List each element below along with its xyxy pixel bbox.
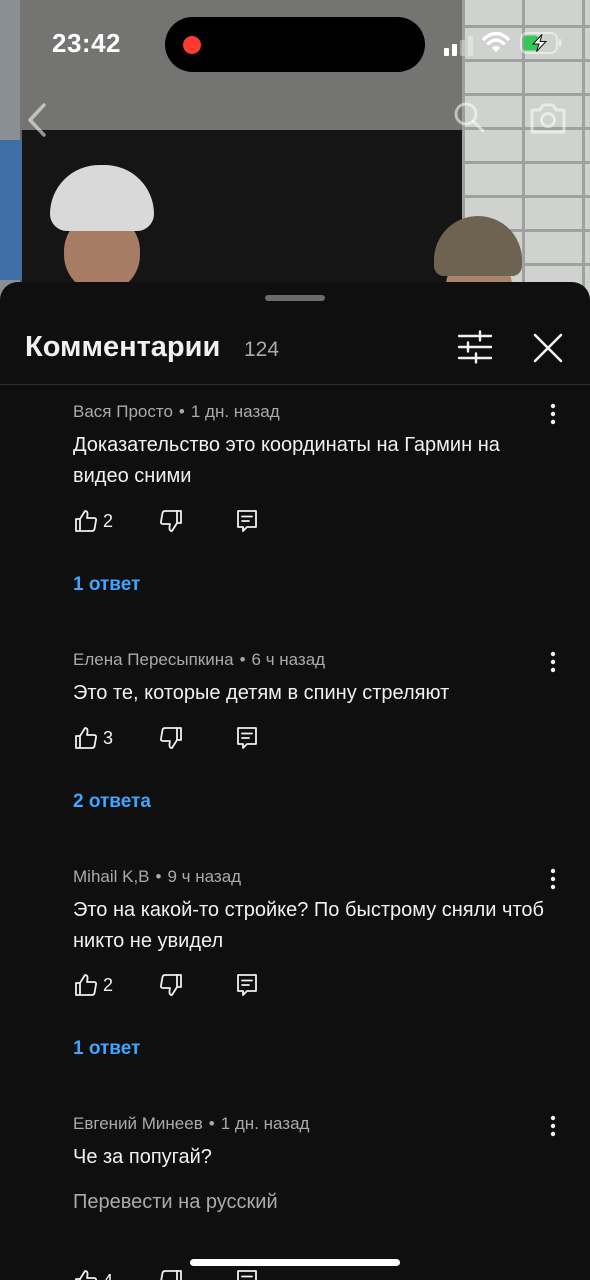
camera-icon xyxy=(530,103,566,134)
comment-text: Это те, которые детям в спину стреляют xyxy=(73,682,450,704)
like-button[interactable] xyxy=(73,508,99,534)
thumbs-up-icon xyxy=(75,727,97,749)
thumbs-up-icon xyxy=(75,510,97,532)
comment-actions: 2 xyxy=(73,972,373,1002)
recording-indicator-icon xyxy=(183,36,201,54)
dislike-button[interactable] xyxy=(158,1268,184,1280)
thumbs-down-icon xyxy=(160,974,182,996)
comment-time: 1 дн. назад xyxy=(190,402,280,421)
comment-time: 6 ч назад xyxy=(251,650,326,669)
view-replies-button[interactable]: 2 ответа xyxy=(73,791,151,813)
more-vertical-icon xyxy=(550,651,556,673)
comment-meta: Вася Просто • 1 дн. назад xyxy=(73,402,280,421)
reply-comment-icon xyxy=(237,510,257,532)
reply-comment-icon xyxy=(237,727,257,749)
like-button[interactable] xyxy=(73,1268,99,1280)
like-count: 4 xyxy=(103,1271,113,1280)
reply-comment-icon xyxy=(237,974,257,996)
search-icon xyxy=(454,102,485,133)
chevron-left-icon xyxy=(28,103,46,137)
home-indicator[interactable] xyxy=(190,1259,400,1266)
sliders-icon xyxy=(457,330,493,364)
comment-author[interactable]: Вася Просто xyxy=(73,402,173,421)
like-count: 2 xyxy=(103,975,114,995)
more-vertical-icon xyxy=(550,403,556,425)
more-vertical-icon xyxy=(550,1115,556,1137)
dislike-button[interactable] xyxy=(158,508,184,534)
view-replies-button[interactable]: 1 ответ xyxy=(73,1038,140,1060)
back-button[interactable] xyxy=(20,100,54,140)
status-icons xyxy=(440,28,570,62)
comment-text: Че за попугай? xyxy=(73,1146,212,1168)
comment-author[interactable]: Mihail K,B xyxy=(73,867,150,886)
video-frame-sign xyxy=(0,140,22,280)
thumbs-up-icon xyxy=(75,1270,97,1280)
thumbs-up-icon xyxy=(75,974,97,996)
comment-text: Доказательство это координаты на Гармин … xyxy=(73,434,500,487)
cellular-signal-icon xyxy=(444,34,474,56)
dynamic-island xyxy=(165,17,425,72)
dislike-button[interactable] xyxy=(158,725,184,751)
like-button[interactable] xyxy=(73,725,99,751)
comment-meta: Елена Пересыпкина • 6 ч назад xyxy=(73,650,326,669)
status-time: 23:42 xyxy=(52,28,121,58)
comment-more-button[interactable] xyxy=(540,648,566,678)
thumbs-down-icon xyxy=(160,510,182,532)
comment-more-button[interactable] xyxy=(540,865,566,895)
battery-charging-icon xyxy=(520,32,562,54)
close-icon xyxy=(533,333,563,363)
comment-author[interactable]: Елена Пересыпкина xyxy=(73,650,234,669)
camera-button[interactable] xyxy=(528,100,568,136)
sort-filter-button[interactable] xyxy=(456,330,494,364)
search-button[interactable] xyxy=(452,100,486,134)
comments-sheet: Комментарии 124 Вася Просто • 1 дн. назад … xyxy=(0,282,590,1280)
video-frame-person xyxy=(50,165,154,300)
translate-button[interactable]: Перевести на русский xyxy=(73,1191,278,1214)
sheet-drag-handle[interactable] xyxy=(265,295,325,301)
like-count: 3 xyxy=(103,728,114,748)
thumbs-down-icon xyxy=(160,1270,182,1280)
comment-more-button[interactable] xyxy=(540,1112,566,1142)
like-count: 2 xyxy=(103,511,114,531)
comment-meta: Mihail K,B • 9 ч назад xyxy=(73,867,242,886)
comment-time: 9 ч назад xyxy=(167,867,242,886)
comment-more-button[interactable] xyxy=(540,400,566,430)
reply-button[interactable] xyxy=(234,1268,260,1280)
thumbs-down-icon xyxy=(160,727,182,749)
comment-time: 1 дн. назад xyxy=(220,1114,310,1133)
wifi-icon xyxy=(482,31,510,57)
reply-button[interactable] xyxy=(234,972,260,998)
reply-button[interactable] xyxy=(234,508,260,534)
reply-comment-icon xyxy=(237,1270,257,1280)
like-button[interactable] xyxy=(73,972,99,998)
comment-actions: 2 xyxy=(73,508,373,538)
comment-text: Это на какой-то стройке? По быстрому сня… xyxy=(73,899,544,952)
sheet-title: Комментарии xyxy=(25,331,221,363)
comments-count: 124 xyxy=(244,338,280,361)
comment-meta: Евгений Минеев • 1 дн. назад xyxy=(73,1114,310,1133)
sheet-divider xyxy=(0,384,590,385)
view-replies-button[interactable]: 1 ответ xyxy=(73,574,140,596)
comment-author[interactable]: Евгений Минеев xyxy=(73,1114,203,1133)
reply-button[interactable] xyxy=(234,725,260,751)
close-button[interactable] xyxy=(530,330,566,366)
comment-actions: 3 xyxy=(73,725,373,755)
comment-actions: 4 xyxy=(73,1268,373,1280)
more-vertical-icon xyxy=(550,868,556,890)
dislike-button[interactable] xyxy=(158,972,184,998)
